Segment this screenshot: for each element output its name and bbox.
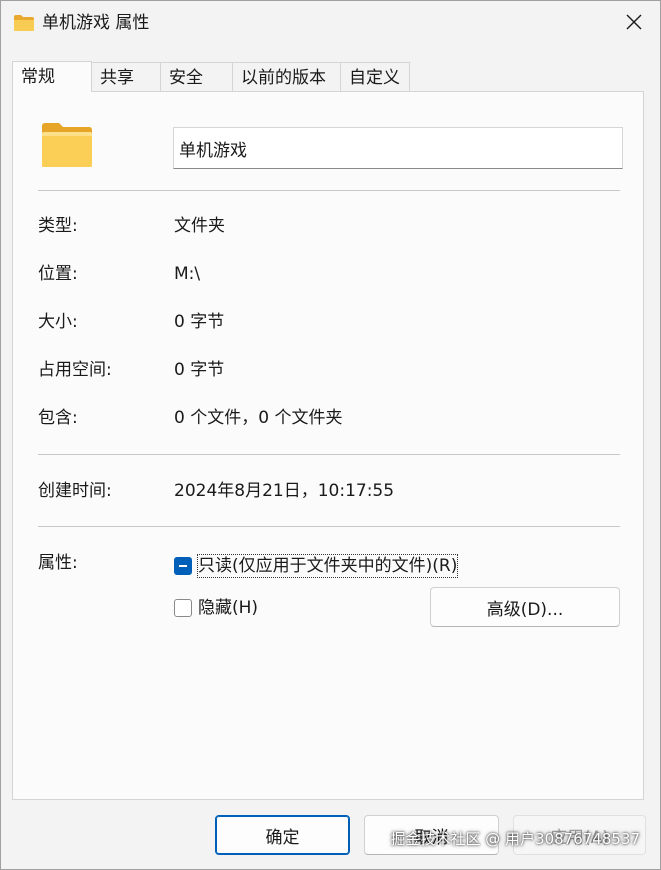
hidden-checkbox[interactable] — [174, 599, 192, 617]
tab-label: 自定义 — [349, 68, 400, 88]
tab-label: 以前的版本 — [241, 68, 326, 88]
size-value: 0 字节 — [174, 312, 225, 332]
general-panel: 类型: 文件夹 位置: M:\ 大小: 0 字节 占用空间: 0 字节 包含: … — [12, 91, 644, 800]
large-folder-icon — [41, 122, 93, 168]
divider — [38, 190, 620, 191]
window-title: 单机游戏 属性 — [42, 13, 150, 33]
size-on-disk-label: 占用空间: — [38, 360, 112, 380]
advanced-button[interactable]: 高级(D)... — [430, 587, 620, 627]
readonly-label[interactable]: 只读(仅应用于文件夹中的文件)(R) — [196, 554, 459, 578]
hidden-label[interactable]: 隐藏(H) — [198, 597, 258, 619]
tab-customize[interactable]: 自定义 — [340, 62, 410, 92]
readonly-checkbox[interactable] — [174, 557, 192, 575]
tab-sharing[interactable]: 共享 — [91, 62, 161, 92]
dialog-footer: 确定 取消 应用(A) — [1, 801, 660, 869]
divider — [38, 454, 620, 455]
size-on-disk-value: 0 字节 — [174, 360, 225, 380]
folder-icon — [13, 14, 35, 32]
tab-label: 安全 — [169, 68, 203, 88]
location-label: 位置: — [38, 264, 78, 284]
tab-label: 共享 — [100, 68, 134, 88]
folder-name-input[interactable] — [173, 127, 623, 169]
tab-label: 常规 — [21, 67, 55, 87]
attributes-label: 属性: — [38, 553, 78, 573]
type-value: 文件夹 — [174, 216, 225, 236]
contains-label: 包含: — [38, 408, 78, 428]
title-bar[interactable]: 单机游戏 属性 — [1, 1, 660, 47]
apply-button[interactable]: 应用(A) — [513, 815, 646, 855]
divider — [38, 526, 620, 527]
ok-button[interactable]: 确定 — [215, 815, 350, 855]
contains-value: 0 个文件，0 个文件夹 — [174, 408, 343, 428]
created-label: 创建时间: — [38, 481, 112, 501]
tab-strip: 常规 共享 安全 以前的版本 自定义 — [12, 61, 410, 92]
properties-dialog: 单机游戏 属性 常规 共享 安全 以前的版本 自定义 类型: 文件夹 位置 — [0, 0, 661, 870]
tab-security[interactable]: 安全 — [160, 62, 233, 92]
cancel-button[interactable]: 取消 — [364, 815, 499, 855]
created-value: 2024年8月21日，10:17:55 — [174, 481, 395, 501]
tab-previous-versions[interactable]: 以前的版本 — [232, 62, 341, 92]
size-label: 大小: — [38, 312, 78, 332]
close-icon — [626, 14, 642, 34]
type-label: 类型: — [38, 216, 78, 236]
location-value: M:\ — [174, 264, 201, 284]
tab-general[interactable]: 常规 — [12, 61, 92, 92]
close-button[interactable] — [618, 8, 650, 40]
